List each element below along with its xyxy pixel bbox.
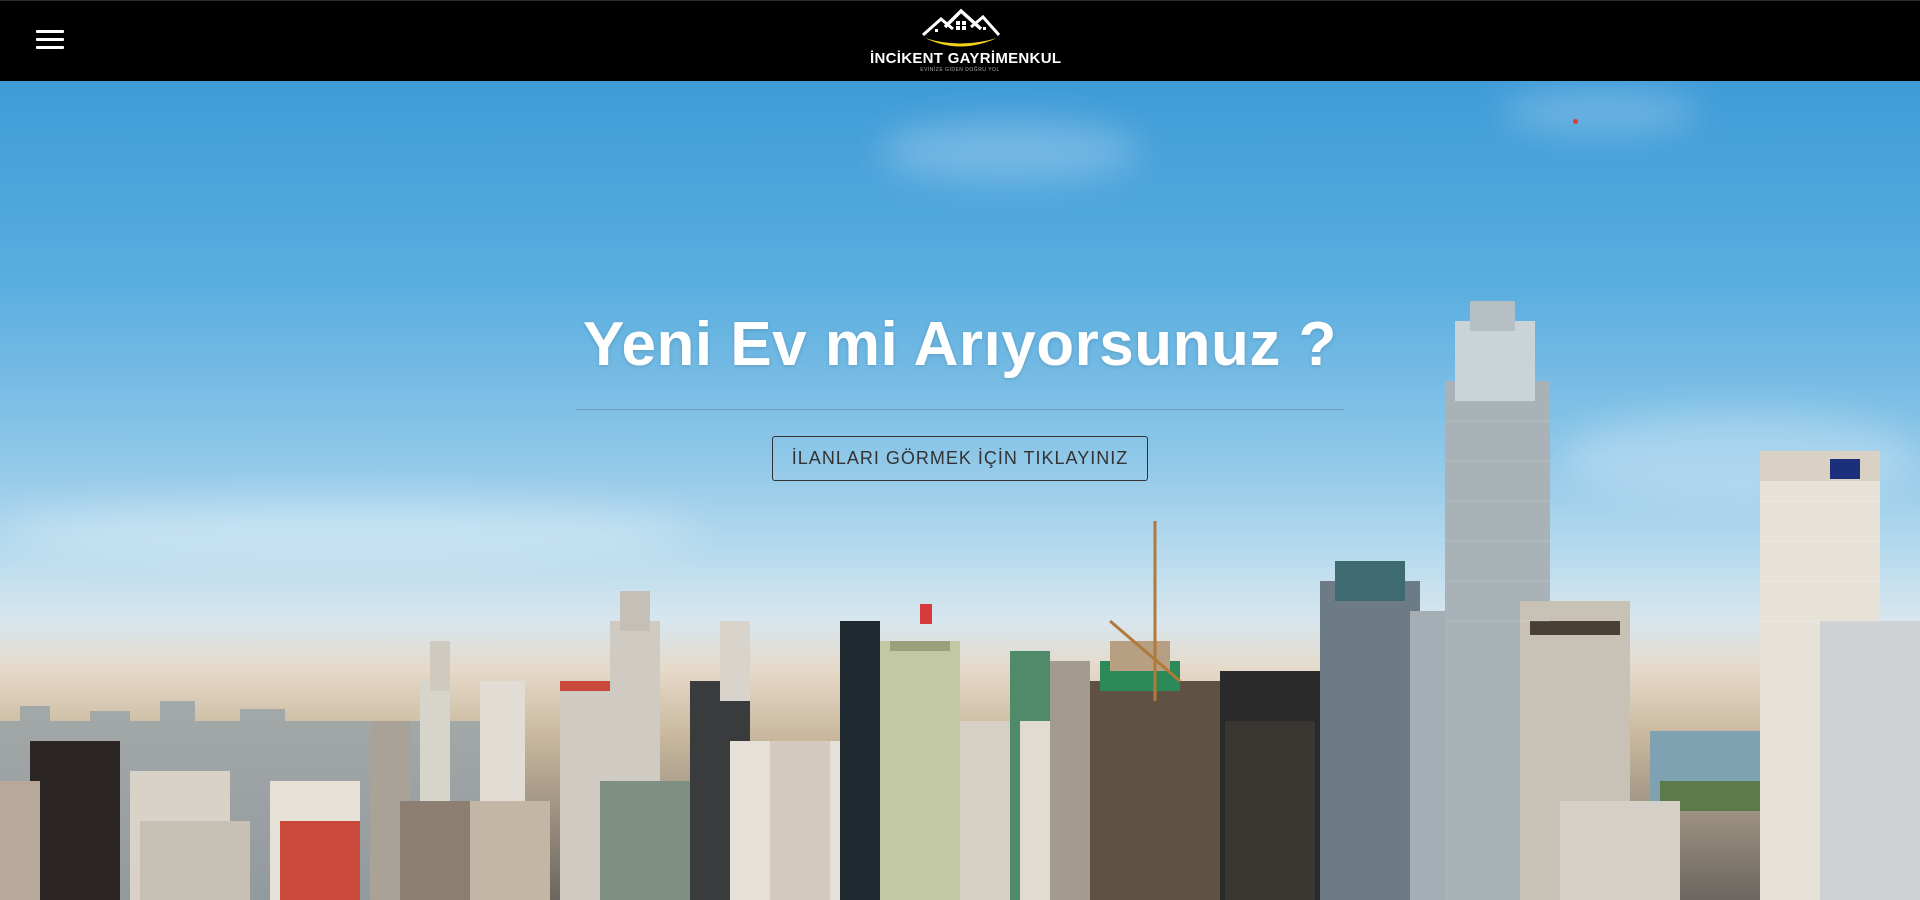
view-listings-button[interactable]: İLANLARI GÖRMEK İÇİN TIKLAYINIZ — [772, 436, 1148, 481]
hero-title: Yeni Ev mi Arıyorsunuz ? — [583, 310, 1337, 379]
logo-tagline: EVİNİZE GİDEN DOĞRU YOL — [920, 67, 1000, 73]
logo-name: İNCİKENT GAYRİMENKUL — [870, 50, 1062, 67]
city-skyline-image — [0, 301, 1920, 900]
site-logo[interactable]: İNCİKENT GAYRİMENKUL EVİNİZE GİDEN DOĞRU… — [870, 7, 1062, 75]
hero-divider — [576, 409, 1344, 410]
navbar: İNCİKENT GAYRİMENKUL EVİNİZE GİDEN DOĞRU… — [0, 0, 1920, 81]
house-roof-logo-icon — [922, 8, 1001, 47]
hero-section: Yeni Ev mi Arıyorsunuz ? İLANLARI GÖRMEK… — [0, 81, 1920, 900]
hamburger-menu-icon[interactable] — [36, 30, 64, 52]
